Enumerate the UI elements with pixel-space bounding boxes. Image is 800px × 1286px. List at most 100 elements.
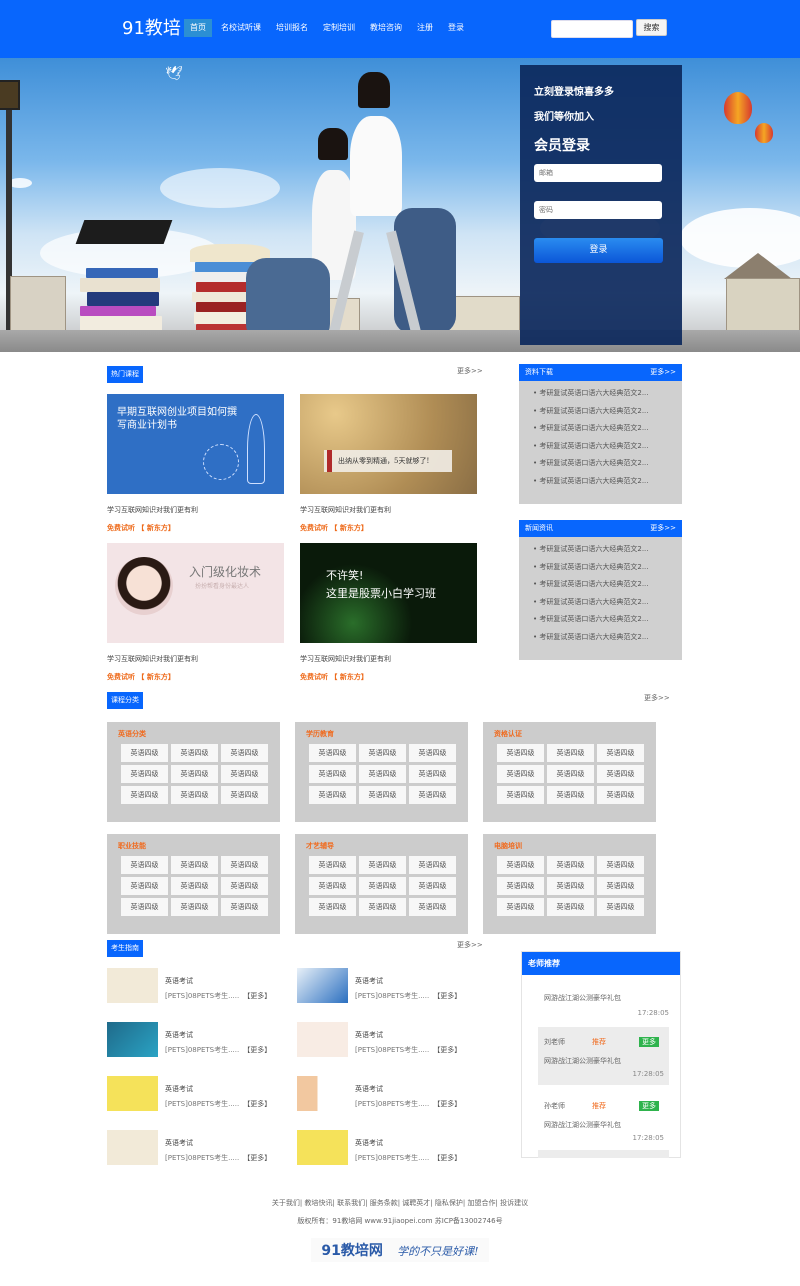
categories-more-link[interactable]: 更多>> — [644, 693, 670, 703]
category-link[interactable]: 英语四级 — [221, 856, 268, 874]
teacher-item[interactable]: 网游战江湖公测豪华礼包 17:28:05 — [538, 990, 669, 1026]
course-card[interactable]: 早期互联网创业项目如何撰写商业计划书 学习互联网知识对我们更有利 免费试听 【 … — [107, 394, 284, 533]
category-link[interactable]: 英语四级 — [221, 765, 268, 783]
category-link[interactable]: 英语四级 — [171, 744, 218, 762]
category-title[interactable]: 资格认证 — [494, 729, 522, 739]
footer-link[interactable]: 关于我们 — [272, 1199, 300, 1207]
news-item[interactable]: • 考研复试英语口语六大经典范文2... — [533, 629, 682, 647]
news-more-link[interactable]: 更多>> — [650, 520, 676, 537]
download-item[interactable]: • 考研复试英语口语六大经典范文2... — [533, 473, 682, 491]
course-title[interactable]: 学习互联网知识对我们更有利 — [107, 654, 284, 664]
category-link[interactable]: 英语四级 — [359, 786, 406, 804]
course-trial-link[interactable]: 免费试听 【 新东方】 — [107, 523, 284, 533]
guide-more-link[interactable]: 【更多】 — [433, 1100, 461, 1108]
category-link[interactable]: 英语四级 — [547, 786, 594, 804]
course-title[interactable]: 学习互联网知识对我们更有利 — [300, 654, 477, 664]
search-input[interactable] — [551, 20, 633, 38]
category-link[interactable]: 英语四级 — [597, 898, 644, 916]
category-link[interactable]: 英语四级 — [121, 898, 168, 916]
category-link[interactable]: 英语四级 — [409, 877, 456, 895]
download-item[interactable]: • 考研复试英语口语六大经典范文2... — [533, 420, 682, 438]
teacher-item-text[interactable]: 网游战江湖公测豪华礼包 — [544, 993, 669, 1003]
teacher-more-button[interactable]: 更多 — [639, 1037, 659, 1047]
category-link[interactable]: 英语四级 — [409, 786, 456, 804]
guide-item-title[interactable]: 英语考试 — [355, 1138, 383, 1148]
category-link[interactable]: 英语四级 — [497, 898, 544, 916]
teacher-item[interactable]: 刘老师 推荐 更多 网游战江湖公测豪华礼包 17:28:05 — [538, 1027, 669, 1085]
category-title[interactable]: 学历教育 — [306, 729, 334, 739]
news-item[interactable]: • 考研复试英语口语六大经典范文2... — [533, 594, 682, 612]
guide-thumbnail[interactable] — [107, 1022, 158, 1057]
category-link[interactable]: 英语四级 — [171, 765, 218, 783]
footer-link[interactable]: 联系我们 — [337, 1199, 365, 1207]
guide-item-title[interactable]: 英语考试 — [165, 1084, 193, 1094]
search-button[interactable]: 搜索 — [636, 19, 667, 36]
downloads-more-link[interactable]: 更多>> — [650, 364, 676, 381]
category-link[interactable]: 英语四级 — [547, 877, 594, 895]
teacher-name[interactable]: 孙老师 — [544, 1101, 565, 1111]
category-title[interactable]: 英语分类 — [118, 729, 146, 739]
category-link[interactable]: 英语四级 — [409, 898, 456, 916]
guide-more-link[interactable]: 【更多】 — [433, 992, 461, 1000]
category-title[interactable]: 才艺辅导 — [306, 841, 334, 851]
download-item[interactable]: • 考研复试英语口语六大经典范文2... — [533, 455, 682, 473]
guide-thumbnail[interactable] — [297, 1130, 348, 1165]
guide-thumbnail[interactable] — [107, 1076, 158, 1111]
email-field[interactable] — [534, 164, 662, 182]
course-card[interactable]: 不许笑! 这里是股票小白学习班 学习互联网知识对我们更有利 免费试听 【 新东方… — [300, 543, 477, 682]
guide-item[interactable]: 英语考试 [PETS]08PETS考生..... 【更多】 — [297, 1022, 482, 1062]
guide-more-link[interactable]: 【更多】 — [243, 1100, 271, 1108]
category-title[interactable]: 职业技能 — [118, 841, 146, 851]
course-thumbnail[interactable]: 入门级化妆术 扮扮帮看身份最达人 — [107, 543, 284, 643]
footer-link[interactable]: 教培快讯 — [305, 1199, 333, 1207]
course-thumbnail[interactable]: 不许笑! 这里是股票小白学习班 — [300, 543, 477, 643]
news-item[interactable]: • 考研复试英语口语六大经典范文2... — [533, 611, 682, 629]
footer-link[interactable]: 投诉建议 — [500, 1199, 528, 1207]
course-thumbnail[interactable]: 早期互联网创业项目如何撰写商业计划书 — [107, 394, 284, 494]
course-trial-link[interactable]: 免费试听 【 新东方】 — [107, 672, 284, 682]
category-link[interactable]: 英语四级 — [597, 744, 644, 762]
category-link[interactable]: 英语四级 — [309, 786, 356, 804]
category-link[interactable]: 英语四级 — [597, 765, 644, 783]
category-link[interactable]: 英语四级 — [121, 856, 168, 874]
category-link[interactable]: 英语四级 — [547, 744, 594, 762]
login-button[interactable]: 登录 — [534, 238, 663, 263]
guide-item[interactable]: 英语考试 [PETS]08PETS考生..... 【更多】 — [107, 1130, 292, 1170]
category-link[interactable]: 英语四级 — [221, 877, 268, 895]
category-link[interactable]: 英语四级 — [171, 856, 218, 874]
teacher-item-text[interactable]: 网游战江湖公测豪华礼包 — [544, 1120, 621, 1130]
course-title[interactable]: 学习互联网知识对我们更有利 — [107, 505, 284, 515]
course-trial-link[interactable]: 免费试听 【 新东方】 — [300, 523, 477, 533]
category-link[interactable]: 英语四级 — [547, 856, 594, 874]
download-item[interactable]: • 考研复试英语口语六大经典范文2... — [533, 438, 682, 456]
category-link[interactable]: 英语四级 — [359, 856, 406, 874]
category-link[interactable]: 英语四级 — [597, 877, 644, 895]
category-title[interactable]: 电脑培训 — [494, 841, 522, 851]
category-link[interactable]: 英语四级 — [309, 898, 356, 916]
course-card[interactable]: 入门级化妆术 扮扮帮看身份最达人 学习互联网知识对我们更有利 免费试听 【 新东… — [107, 543, 284, 682]
course-thumbnail[interactable]: 出纳从零到精通，5天就够了! — [300, 394, 477, 494]
category-link[interactable]: 英语四级 — [221, 898, 268, 916]
category-link[interactable]: 英语四级 — [121, 744, 168, 762]
category-link[interactable]: 英语四级 — [309, 877, 356, 895]
category-link[interactable]: 英语四级 — [409, 856, 456, 874]
guide-item[interactable]: 英语考试 [PETS]08PETS考生..... 【更多】 — [107, 968, 292, 1008]
category-link[interactable]: 英语四级 — [497, 786, 544, 804]
category-link[interactable]: 英语四级 — [547, 898, 594, 916]
category-link[interactable]: 英语四级 — [497, 877, 544, 895]
course-card[interactable]: 出纳从零到精通，5天就够了! 学习互联网知识对我们更有利 免费试听 【 新东方】 — [300, 394, 477, 533]
category-link[interactable]: 英语四级 — [309, 856, 356, 874]
nav-home[interactable]: 首页 — [184, 19, 212, 37]
guide-thumbnail[interactable] — [297, 968, 348, 1003]
teacher-item[interactable]: 孙老师 推荐 更多 网游战江湖公测豪华礼包 17:28:05 — [538, 1092, 669, 1150]
guide-item-title[interactable]: 英语考试 — [355, 1084, 383, 1094]
guide-item[interactable]: 英语考试 [PETS]08PETS考生..... 【更多】 — [297, 1130, 482, 1170]
category-link[interactable]: 英语四级 — [121, 877, 168, 895]
course-title[interactable]: 学习互联网知识对我们更有利 — [300, 505, 477, 515]
category-link[interactable]: 英语四级 — [359, 765, 406, 783]
nav-login[interactable]: 登录 — [442, 19, 470, 37]
guide-thumbnail[interactable] — [107, 968, 158, 1003]
guide-more-link[interactable]: 【更多】 — [433, 1154, 461, 1162]
category-link[interactable]: 英语四级 — [171, 898, 218, 916]
footer-link[interactable]: 加盟合作 — [467, 1199, 495, 1207]
